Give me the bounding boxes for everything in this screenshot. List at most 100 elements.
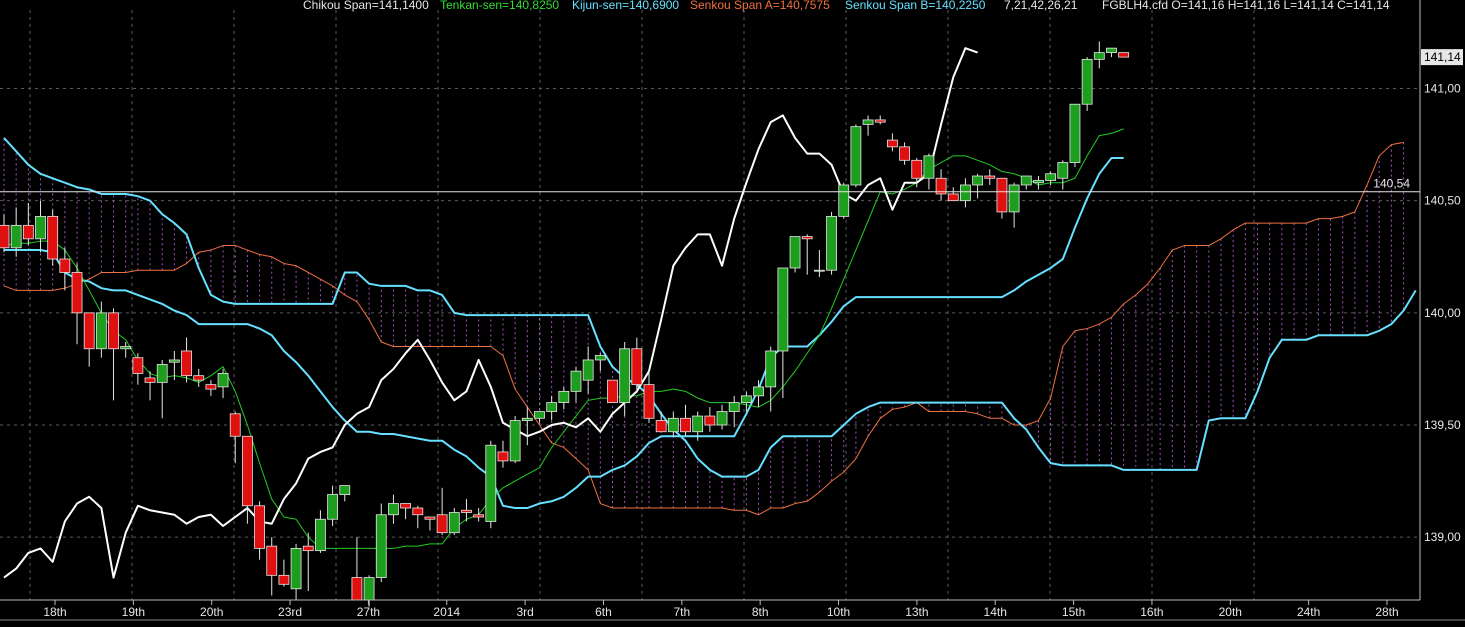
candle-down [266,545,278,576]
y-tick-label: 141,00 [1424,82,1461,96]
candle-up [10,224,22,249]
senkou-span-b-label: Senkou Span B=140,2250 [845,0,986,12]
x-tick-label: 23rd [278,605,302,619]
x-tick-label: 6th [595,605,612,619]
candle-up [156,364,168,383]
candle-up [813,269,825,272]
candle-up [534,411,545,419]
candle-up [375,514,387,578]
candle-up [1057,162,1069,179]
tenkan-sen-label: Tenkan-sen=140,8250 [440,0,560,12]
candle-up [765,350,777,388]
candle-down [412,507,424,516]
candle-down [71,272,83,314]
candle-up [960,184,971,202]
candle-down [704,415,716,426]
candle-up [485,444,497,522]
horizontal-line-label: 140,54 [1373,177,1410,191]
candle-up [1045,173,1057,181]
candle-down [241,435,253,507]
candle-down [680,417,691,433]
candle-up [777,267,789,352]
candle-up [826,215,837,271]
x-tick-label: 18th [43,605,66,619]
candle-up [582,359,594,381]
candle-up [692,415,704,433]
candle-down [47,215,59,260]
x-tick-label: 14th [984,605,1007,619]
x-tick-label: 20th [200,605,223,619]
candle-down [144,377,156,383]
y-tick-label: 140,50 [1424,194,1461,208]
candle-up [521,417,533,421]
candle-up [1106,47,1117,54]
candle-down [996,177,1008,213]
candle-down [947,193,959,202]
candle-up [972,175,983,186]
x-tick-label: 27th [357,605,380,619]
x-tick-label: 8th [752,605,769,619]
candle-down [801,236,813,240]
symbol-ohlc-readout: FGBLH4.cfd O=141,16 H=141,16 L=141,14 C=… [1102,0,1390,12]
candle-down [132,357,144,374]
candle-down [911,159,923,179]
candle-up [290,548,302,590]
candle-up [716,411,728,426]
candle-down [193,375,205,381]
candle-down [899,146,910,161]
current-price-label: 141,14 [1424,50,1461,64]
candle-up [1069,103,1081,163]
x-tick-label: 28th [1375,605,1398,619]
candle-up [619,348,631,403]
candle-down [22,224,34,240]
candle-down [631,348,643,386]
candle-up [753,386,764,397]
candle-down [302,545,314,552]
candle-down [59,258,71,273]
candle-down [607,379,618,403]
candle-up [1081,58,1093,105]
candle-up [1093,52,1105,60]
candle-up [509,420,521,462]
candle-down [643,384,655,419]
candle-down [351,577,363,601]
candle-down [278,574,290,585]
candle-down [108,312,119,350]
candle-down [0,224,10,249]
candle-up [339,485,351,495]
candle-down [181,350,192,377]
candle-down [83,312,95,350]
candle-down [887,139,898,148]
candle-up [1020,175,1032,186]
candle-up [95,312,107,350]
candle-up [168,359,180,363]
candle-up [448,512,460,534]
candle-up [862,119,874,125]
candle-up [217,373,229,388]
candle-up [838,184,850,217]
candle-up [570,370,582,392]
candle-up [850,126,862,186]
candle-down [874,119,886,123]
candle-down [984,175,996,179]
candle-up [546,402,558,412]
candle-down [254,505,265,549]
candle-up [728,402,740,412]
x-tick-label: 16th [1140,605,1163,619]
senkou-span-a-label: Senkou Span A=140,7575 [690,0,830,12]
candle-down [424,516,436,520]
candle-down [1118,52,1130,58]
candle-down [461,509,472,513]
x-tick-label: 19th [122,605,145,619]
x-tick-label: 3rd [516,605,533,619]
candle-up [120,346,132,350]
candle-up [558,390,570,403]
x-tick-label: 10th [827,605,850,619]
y-tick-label: 139,50 [1424,418,1461,432]
ichimoku-chart[interactable]: 140,54 141,14 141,00 140,50 140,00 139,50 139… [0,0,1465,627]
x-tick-label: 24th [1297,605,1320,619]
candle-down [497,451,509,462]
candle-down [473,514,485,518]
candle-down [655,420,667,433]
candle-up [388,503,399,516]
